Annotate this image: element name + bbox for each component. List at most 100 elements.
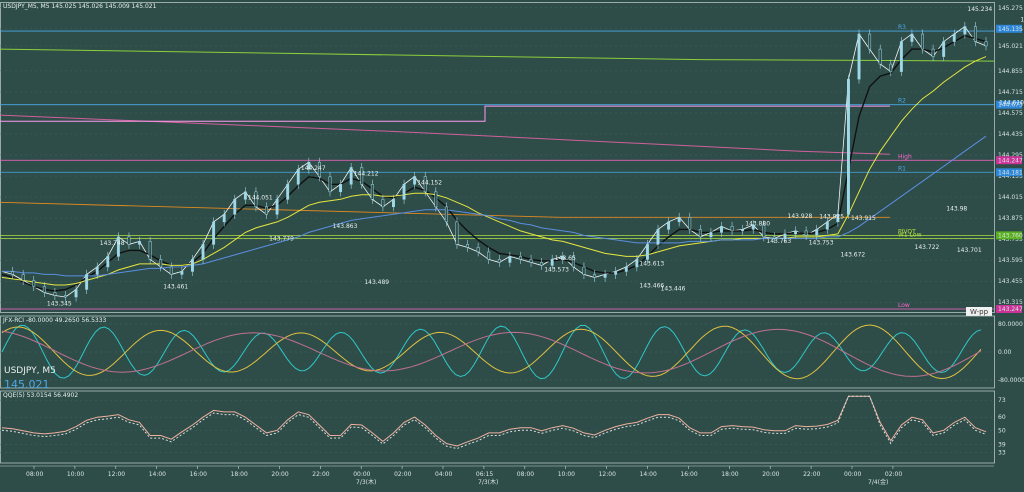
date-label: 7/3(木) — [356, 478, 376, 486]
candle-body — [21, 274, 25, 281]
candle-body — [191, 259, 194, 272]
candle-body — [466, 244, 469, 248]
candle-body — [402, 184, 406, 200]
candle-body — [370, 184, 374, 200]
level-price-tag-text: 144.247 — [998, 157, 1023, 164]
candle-body — [212, 221, 216, 245]
time-tick-label: 14:00 — [149, 471, 166, 478]
candle-body — [42, 286, 46, 293]
candle-body — [847, 78, 850, 215]
candle-body — [85, 274, 89, 290]
price-annotation: 143.672 — [840, 252, 865, 259]
candle-body — [952, 33, 956, 42]
wpp-tag-text: W-pp — [970, 308, 989, 316]
price-tick-label: 143.455 — [998, 278, 1023, 285]
time-tick-label: 08:00 — [26, 471, 43, 478]
price-annotation: 143.65 — [555, 255, 576, 262]
price-annotation: 143.925 — [819, 214, 844, 221]
candle-body — [169, 266, 173, 275]
level-label: R2 — [898, 98, 906, 105]
candle-body — [984, 41, 988, 47]
candle-body — [434, 191, 438, 208]
candle-body — [519, 256, 522, 260]
candle-body — [148, 241, 152, 260]
price-annotation: 144.051 — [248, 195, 273, 202]
time-tick-label: 20:00 — [271, 471, 288, 478]
candle-body — [878, 48, 882, 65]
indicator2-title: QQE(5) 53.0154 56.4902 — [3, 392, 78, 399]
price-tick-label: 144.015 — [998, 194, 1023, 201]
chart-canvas: 145.275 145.135 145.021 144.855 144.715 144.5… — [0, 0, 1024, 492]
price-annotation: 143.880 — [745, 220, 770, 227]
price-annotation: 143.779 — [269, 236, 294, 243]
time-tick-label: 16:00 — [680, 471, 697, 478]
candle-body — [677, 217, 681, 223]
candle-body — [709, 232, 713, 238]
candle-body — [180, 271, 184, 275]
candle-body — [921, 33, 924, 50]
price-tick-label: 145.275 — [998, 5, 1023, 12]
candle-body — [794, 230, 797, 235]
qqe-tick-label: 50 — [998, 427, 1006, 434]
time-tick-label: 02:00 — [885, 471, 902, 478]
candle-body — [804, 230, 808, 236]
candle-body — [32, 280, 36, 287]
date-label: 7/3(木) — [478, 478, 498, 486]
candle-body — [53, 292, 57, 296]
date-label: 7/4(金) — [868, 478, 888, 486]
time-tick-label: 00:00 — [844, 471, 861, 478]
candle-body — [413, 176, 417, 185]
level-label: W1 Low — [898, 231, 922, 238]
candle-body — [265, 206, 268, 215]
candle-body — [656, 229, 660, 245]
time-tick-label: 10:00 — [67, 471, 84, 478]
candle-body — [444, 206, 448, 223]
time-tick-label: 22:00 — [312, 471, 329, 478]
price-annotation: 143.461 — [163, 283, 188, 290]
candle-body — [339, 184, 343, 193]
candle-body — [222, 214, 226, 223]
level-label: High — [898, 153, 912, 160]
candle-body — [698, 229, 702, 238]
candle-body — [201, 244, 205, 260]
candle-body — [720, 226, 723, 233]
candle-body — [942, 41, 946, 57]
candle-body — [550, 259, 554, 266]
candle-body — [106, 256, 110, 268]
rci-tick-label: -80.0000 — [998, 377, 1024, 384]
level-price-tag-text: 143.760 — [998, 232, 1023, 239]
price-tick-label: 143.875 — [998, 215, 1023, 222]
price-tick-label: 144.715 — [998, 89, 1023, 96]
time-tick-label: 10:00 — [558, 471, 575, 478]
time-tick-label: 02:00 — [394, 471, 411, 478]
candle-body — [476, 247, 480, 253]
candle-body — [296, 169, 300, 185]
price-annotation: 144.610 — [999, 100, 1024, 107]
candle-body — [582, 266, 586, 275]
candle-body — [603, 274, 607, 278]
level-label: Low — [898, 302, 910, 309]
candle-body — [349, 167, 353, 185]
candle-body — [857, 33, 861, 80]
candle-body — [127, 236, 131, 245]
price-annotation: 143.863 — [333, 223, 358, 230]
candle-body — [910, 33, 914, 42]
time-tick-label: 14:00 — [640, 471, 657, 478]
price-annotation: 143.748 — [100, 240, 125, 247]
candle-body — [64, 295, 67, 298]
candle-body — [868, 33, 872, 50]
price-annotation: 143.753 — [809, 239, 834, 246]
candle-body — [730, 226, 734, 232]
candle-body — [899, 41, 903, 72]
candle-body — [95, 266, 99, 275]
rci-tick-label: 80.0000 — [998, 321, 1023, 328]
candle-body — [825, 221, 829, 230]
candle-body — [233, 199, 237, 215]
candle-body — [138, 241, 141, 245]
candle-body — [392, 199, 395, 208]
price-annotation: 143.763 — [766, 238, 791, 245]
price-tick-label: 144.855 — [998, 68, 1023, 75]
price-annotation: 143.573 — [544, 266, 569, 273]
price-tick-label: 143.595 — [998, 257, 1023, 264]
time-tick-label: 04:00 — [435, 471, 452, 478]
